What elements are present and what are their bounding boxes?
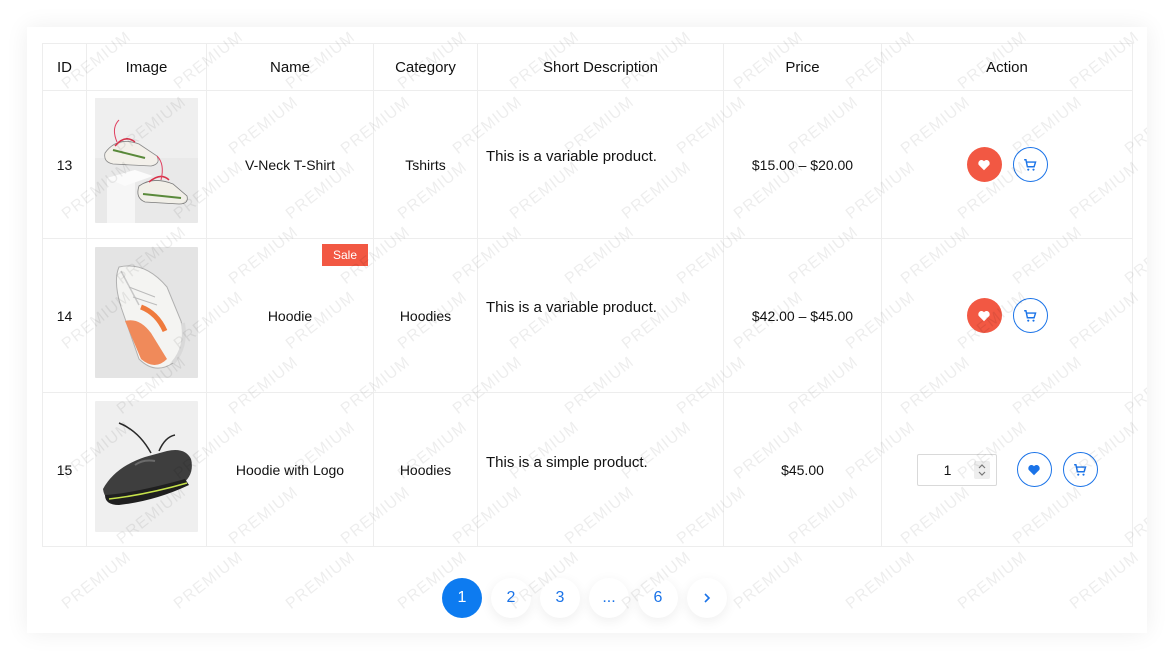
- product-id: 13: [42, 90, 87, 239]
- watermark-text: PREMIUM: [1066, 548, 1143, 613]
- product-id: 15: [42, 392, 87, 547]
- product-actions: [881, 90, 1133, 239]
- cart-icon: [1024, 309, 1037, 322]
- watermark-text: PREMIUM: [170, 548, 247, 613]
- chevron-right-icon: [704, 593, 711, 603]
- sale-badge: Sale: [321, 244, 368, 266]
- quantity-value[interactable]: 1: [918, 462, 978, 478]
- table-header-row: ID Image Name Category Short Description…: [42, 43, 1133, 91]
- page-button-2[interactable]: 2: [491, 578, 531, 618]
- product-price: $45.00: [723, 392, 882, 547]
- add-to-cart-button[interactable]: [1012, 298, 1048, 333]
- header-action: Action: [881, 43, 1133, 91]
- watermark-text: PREMIUM: [842, 548, 919, 613]
- sneaker-image[interactable]: [95, 98, 198, 223]
- page-button-6[interactable]: 6: [638, 578, 678, 618]
- wishlist-button[interactable]: [966, 298, 1002, 333]
- next-page-button[interactable]: [687, 578, 727, 618]
- watermark-text: PREMIUM: [58, 548, 135, 613]
- product-name[interactable]: Hoodie with Logo: [206, 392, 374, 547]
- product-description-text: This is a simple product.: [486, 454, 648, 471]
- table-row: 14 Sale Hoodie Hoodies This is a variabl…: [42, 238, 1133, 393]
- product-name-text[interactable]: V-Neck T-Shirt: [245, 157, 335, 173]
- cart-icon: [1074, 463, 1087, 476]
- pagination: 1 2 3 ... 6: [442, 578, 742, 618]
- header-price: Price: [723, 43, 882, 91]
- wishlist-button[interactable]: [966, 147, 1002, 182]
- heart-icon: [978, 159, 990, 170]
- table-row: 15 Hoodie with Logo Hoodies This is a si…: [42, 392, 1133, 547]
- product-table-card: PREMIUM PREMIUM PREMIUM PREMIUM PREMIUM PREMI…: [27, 27, 1147, 633]
- product-name-text[interactable]: Hoodie: [268, 308, 312, 324]
- cart-icon: [1024, 158, 1037, 171]
- product-actions: 1: [881, 392, 1133, 547]
- heart-icon: [1028, 464, 1040, 475]
- product-description: This is a simple product.: [477, 392, 724, 547]
- page-button-1[interactable]: 1: [442, 578, 482, 618]
- product-description-text: This is a variable product.: [486, 299, 657, 316]
- product-table: ID Image Name Category Short Description…: [42, 43, 1133, 547]
- header-description: Short Description: [477, 43, 724, 91]
- wishlist-button[interactable]: [1016, 452, 1052, 487]
- product-image-cell: [86, 90, 207, 239]
- page-button-3[interactable]: 3: [540, 578, 580, 618]
- product-actions: [881, 238, 1133, 393]
- product-name[interactable]: Sale Hoodie: [206, 238, 374, 393]
- product-description: This is a variable product.: [477, 238, 724, 393]
- sneaker-image[interactable]: [95, 247, 198, 378]
- product-id: 14: [42, 238, 87, 393]
- heart-icon: [978, 310, 990, 321]
- product-category: Hoodies: [373, 392, 478, 547]
- product-name[interactable]: V-Neck T-Shirt: [206, 90, 374, 239]
- header-image: Image: [86, 43, 207, 91]
- sneaker-image[interactable]: [95, 401, 198, 532]
- product-image-cell: [86, 392, 207, 547]
- product-price: $42.00 – $45.00: [723, 238, 882, 393]
- watermark-text: PREMIUM: [282, 548, 359, 613]
- add-to-cart-button[interactable]: [1012, 147, 1048, 182]
- product-description: This is a variable product.: [477, 90, 724, 239]
- product-category: Tshirts: [373, 90, 478, 239]
- table-row: 13 V-Neck T-Shirt Tshirts This is a vari…: [42, 90, 1133, 239]
- product-name-text[interactable]: Hoodie with Logo: [236, 462, 344, 478]
- add-to-cart-button[interactable]: [1062, 452, 1098, 487]
- product-description-text: This is a variable product.: [486, 148, 657, 165]
- watermark-text: PREMIUM: [954, 548, 1031, 613]
- header-id: ID: [42, 43, 87, 91]
- header-name: Name: [206, 43, 374, 91]
- page-ellipsis: ...: [589, 578, 629, 618]
- product-image-cell: [86, 238, 207, 393]
- header-category: Category: [373, 43, 478, 91]
- product-category: Hoodies: [373, 238, 478, 393]
- product-price: $15.00 – $20.00: [723, 90, 882, 239]
- spinner-arrows-icon[interactable]: [973, 460, 990, 479]
- quantity-stepper[interactable]: 1: [916, 453, 997, 486]
